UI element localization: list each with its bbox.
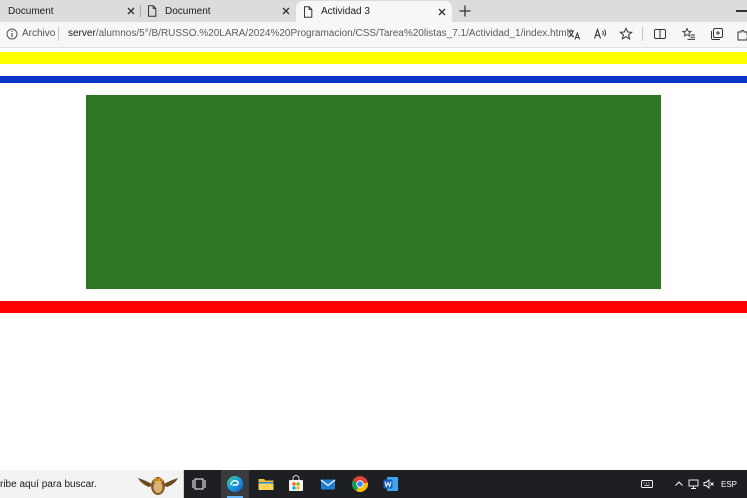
new-tab-icon[interactable] [458,4,472,18]
edge-icon[interactable] [226,475,244,493]
tab-actividad-3[interactable]: Actividad 3 [296,1,452,22]
store-icon[interactable] [287,475,305,493]
network-icon[interactable] [688,478,700,490]
split-screen-icon[interactable] [653,27,667,41]
chevron-up-icon[interactable] [673,478,685,490]
mail-icon[interactable] [319,475,337,493]
tab-title: Document [8,5,54,17]
volume-muted-icon[interactable] [703,478,715,490]
search-placeholder: ribe aquí para buscar. [0,479,97,490]
taskbar-search[interactable]: ribe aquí para buscar. [0,470,184,498]
url-divider [58,27,59,41]
blue-stripe [0,76,747,83]
info-icon[interactable] [6,28,18,40]
read-aloud-icon[interactable] [593,27,607,41]
favorite-star-icon[interactable] [619,27,633,41]
tab-title: Document [165,5,211,17]
yellow-stripe [0,52,747,64]
red-stripe [0,301,747,313]
url-path: /alumnos/5°/B/RUSSO.%20LARA/2024%20Progr… [95,28,569,39]
tab-document-2[interactable]: Document [140,0,295,22]
security-label[interactable]: Archivo [22,28,55,39]
document-icon [148,5,157,17]
web-page [0,48,747,470]
url-host: server [68,28,96,39]
tab-strip: Document Document Actividad 3 [0,0,747,22]
url-field[interactable]: server/alumnos/5°/B/RUSSO.%20LARA/2024%2… [68,28,569,39]
address-bar: Archivo server/alumnos/5°/B/RUSSO.%20LAR… [0,22,747,48]
toolbar-divider [642,27,643,41]
tab-document-1[interactable]: Document [0,0,140,22]
translate-icon[interactable] [567,27,581,41]
favorites-list-icon[interactable] [682,27,696,41]
taskbar: ribe aquí para buscar. ESP [0,470,747,498]
close-icon[interactable] [281,6,291,16]
minimize-icon[interactable] [736,10,747,12]
close-icon[interactable] [437,7,447,17]
word-icon[interactable] [382,475,400,493]
collections-icon[interactable] [710,27,724,41]
language-indicator[interactable]: ESP [721,480,737,489]
chrome-icon[interactable] [351,475,369,493]
document-icon [304,5,313,18]
extensions-icon[interactable] [736,27,747,41]
file-explorer-icon[interactable] [257,475,275,493]
owl-icon [138,477,178,495]
green-box [86,95,661,289]
task-view-icon[interactable] [191,475,209,493]
tab-title: Actividad 3 [321,6,370,17]
close-icon[interactable] [126,6,136,16]
keyboard-icon[interactable] [641,478,653,490]
